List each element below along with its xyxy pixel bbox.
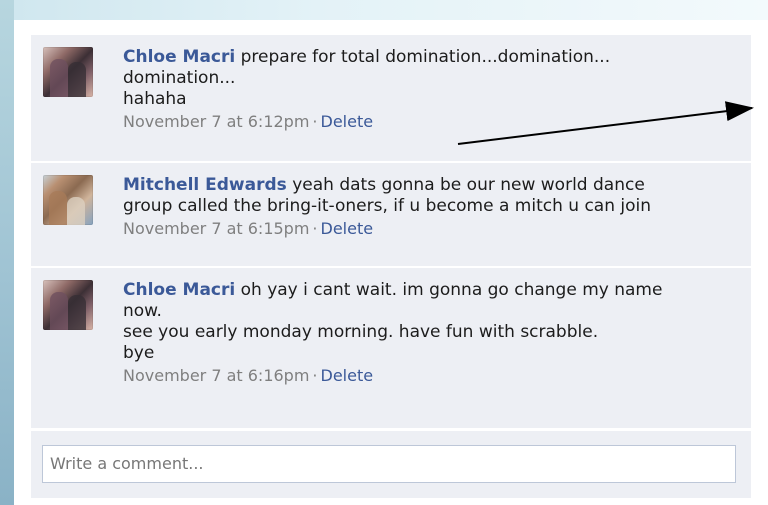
meta-separator: ·: [312, 219, 318, 238]
delete-link[interactable]: Delete: [321, 219, 374, 238]
comments-list: Chloe Macri prepare for total domination…: [31, 35, 751, 429]
comment-body: Chloe Macri oh yay i cant wait. im gonna…: [123, 280, 733, 386]
comment-meta: November 7 at 6:16pm · Delete: [123, 366, 733, 386]
avatar-figure: [68, 295, 86, 330]
comment-author-link[interactable]: Chloe Macri: [123, 47, 235, 67]
comment-item: Mitchell Edwards yeah dats gonna be our …: [31, 162, 751, 267]
comment-date: November 7 at 6:15pm: [123, 219, 310, 238]
comment-date: November 7 at 6:16pm: [123, 366, 310, 385]
comment-input[interactable]: Write a comment...: [42, 445, 736, 483]
avatar-figure: [50, 59, 68, 97]
meta-separator: ·: [312, 112, 318, 131]
delete-link[interactable]: Delete: [321, 112, 374, 131]
top-background-fade: [14, 0, 768, 20]
comment-item: Chloe Macri oh yay i cant wait. im gonna…: [31, 267, 751, 429]
comment-date: November 7 at 6:12pm: [123, 112, 310, 131]
comment-text-block: Mitchell Edwards yeah dats gonna be our …: [123, 175, 733, 217]
avatar-figure: [67, 197, 85, 225]
avatar-figure: [68, 62, 86, 97]
comment-composer: Write a comment...: [31, 431, 751, 498]
arrow-icon: [457, 101, 754, 145]
avatar[interactable]: [43, 280, 93, 330]
comment-text-block: Chloe Macri oh yay i cant wait. im gonna…: [123, 280, 733, 364]
avatar-figure: [50, 292, 68, 330]
comment-author-link[interactable]: Chloe Macri: [123, 280, 235, 300]
comment-body: Mitchell Edwards yeah dats gonna be our …: [123, 175, 733, 239]
avatar-figure: [49, 191, 67, 225]
left-background-strip: [0, 0, 14, 505]
avatar[interactable]: [43, 175, 93, 225]
avatar[interactable]: [43, 47, 93, 97]
delete-link[interactable]: Delete: [321, 366, 374, 385]
meta-separator: ·: [312, 366, 318, 385]
comment-meta: November 7 at 6:15pm · Delete: [123, 219, 733, 239]
comment-author-link[interactable]: Mitchell Edwards: [123, 175, 287, 195]
